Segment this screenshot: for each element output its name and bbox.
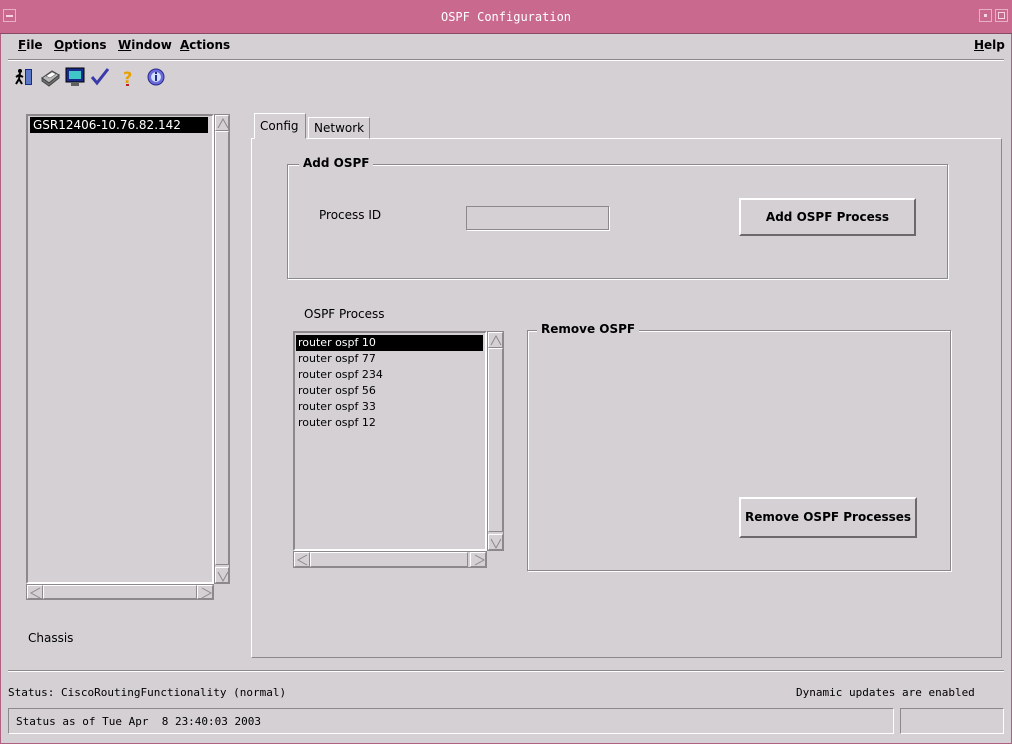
list-item[interactable]: router ospf 12 [296, 415, 483, 431]
check-icon[interactable] [90, 67, 110, 87]
list-item[interactable]: router ospf 10 [296, 335, 483, 351]
menu-options[interactable]: Options [54, 38, 107, 52]
chassis-label: Chassis [28, 631, 74, 645]
minimize-button[interactable] [979, 9, 992, 22]
scroll-thumb[interactable] [488, 348, 503, 532]
scroll-right-arrow-icon[interactable] [470, 552, 486, 567]
menu-help[interactable]: Help [974, 38, 1005, 52]
menu-file[interactable]: File [18, 38, 43, 52]
scroll-thumb[interactable] [215, 131, 229, 565]
tree-item-device[interactable]: GSR12406-10.76.82.142 [30, 117, 208, 133]
tree-vertical-scrollbar[interactable] [214, 114, 230, 584]
status-indicator-field [900, 708, 1004, 734]
window-menu-button[interactable] [3, 9, 16, 22]
remove-ospf-processes-button[interactable]: Remove OSPF Processes [739, 497, 917, 538]
scroll-thumb[interactable] [43, 585, 197, 599]
process-vertical-scrollbar[interactable] [487, 331, 504, 551]
dynamic-updates-text: Dynamic updates are enabled [796, 686, 975, 699]
status-timestamp: Status as of Tue Apr 8 23:40:03 2003 [8, 708, 894, 734]
menu-separator [8, 59, 1004, 61]
help-icon[interactable]: ? [118, 67, 138, 87]
scroll-up-arrow-icon[interactable] [488, 332, 503, 348]
list-item[interactable]: router ospf 77 [296, 351, 483, 367]
remove-ospf-title: Remove OSPF [537, 322, 640, 336]
device-tree[interactable] [26, 114, 214, 584]
window-title: OSPF Configuration [440, 10, 572, 24]
menu-actions[interactable]: Actions [180, 38, 230, 52]
scroll-left-arrow-icon[interactable] [294, 552, 310, 567]
list-item[interactable]: router ospf 33 [296, 399, 483, 415]
status-text: Status: CiscoRoutingFunctionality (norma… [8, 686, 287, 699]
add-ospf-process-button[interactable]: Add OSPF Process [739, 198, 916, 236]
maximize-button[interactable] [995, 9, 1008, 22]
status-separator [8, 670, 1004, 672]
process-horizontal-scrollbar[interactable] [293, 551, 487, 568]
scroll-down-arrow-icon[interactable] [488, 534, 503, 550]
ospf-process-label: OSPF Process [304, 307, 385, 321]
exit-icon[interactable] [14, 67, 34, 87]
process-id-label: Process ID [319, 208, 382, 222]
process-id-input[interactable] [466, 206, 609, 230]
list-item[interactable]: router ospf 56 [296, 383, 483, 399]
add-ospf-title: Add OSPF [299, 156, 374, 170]
screen-icon[interactable] [65, 67, 85, 87]
scroll-up-arrow-icon[interactable] [215, 115, 229, 131]
scroll-thumb[interactable] [310, 552, 468, 567]
tab-config-label[interactable]: Config [260, 119, 299, 133]
list-item[interactable]: router ospf 234 [296, 367, 483, 383]
tree-horizontal-scrollbar[interactable] [26, 584, 214, 600]
scroll-down-arrow-icon[interactable] [215, 567, 229, 583]
menu-window[interactable]: Window [118, 38, 172, 52]
print-icon[interactable] [40, 67, 60, 87]
info-icon[interactable] [146, 67, 166, 87]
tab-network-label[interactable]: Network [314, 121, 364, 135]
scroll-left-arrow-icon[interactable] [27, 585, 43, 599]
scroll-right-arrow-icon[interactable] [197, 585, 213, 599]
